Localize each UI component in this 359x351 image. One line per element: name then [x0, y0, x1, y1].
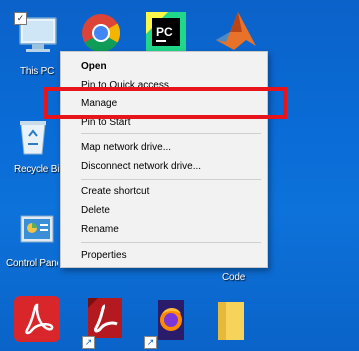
- shortcut-arrow-icon: ↗: [144, 336, 157, 349]
- menu-item-create-shortcut[interactable]: Create shortcut: [81, 186, 149, 197]
- menu-item-rename[interactable]: Rename: [81, 224, 119, 235]
- folder-icon[interactable]: [216, 300, 246, 342]
- menu-item-open[interactable]: Open: [81, 61, 107, 72]
- selection-checkbox[interactable]: ✓: [14, 12, 27, 25]
- shortcut-arrow-icon: ↗: [82, 336, 95, 349]
- menu-separator: [81, 242, 261, 243]
- firefox-icon[interactable]: [152, 298, 190, 342]
- menu-item-map-network-drive[interactable]: Map network drive...: [81, 142, 171, 153]
- menu-item-delete[interactable]: Delete: [81, 205, 110, 216]
- control-panel-icon[interactable]: [20, 212, 56, 246]
- menu-separator: [81, 133, 261, 134]
- recycle-bin-label: Recycle Bin: [14, 164, 60, 175]
- this-pc-label: This PC: [20, 66, 55, 77]
- desktop: ✓ This PC PC Recycle Bin Control Pan Cod…: [0, 0, 359, 351]
- context-menu: Open Pin to Quick access Manage Pin to S…: [60, 51, 268, 268]
- menu-item-disconnect-network-drive[interactable]: Disconnect network drive...: [81, 161, 201, 172]
- matlab-icon[interactable]: [212, 10, 260, 54]
- control-panel-label: Control Panel: [6, 258, 58, 269]
- code-label: Code: [222, 272, 246, 283]
- recycle-bin-icon[interactable]: [18, 118, 48, 156]
- acrobat-reader-icon[interactable]: [14, 296, 60, 342]
- acrobat-icon[interactable]: [84, 294, 126, 342]
- svg-text:PC: PC: [156, 25, 173, 39]
- manage-highlight-box: [44, 87, 287, 119]
- chrome-icon[interactable]: [80, 12, 122, 54]
- pycharm-icon[interactable]: PC: [146, 12, 186, 52]
- menu-item-properties[interactable]: Properties: [81, 250, 127, 261]
- menu-separator: [81, 179, 261, 180]
